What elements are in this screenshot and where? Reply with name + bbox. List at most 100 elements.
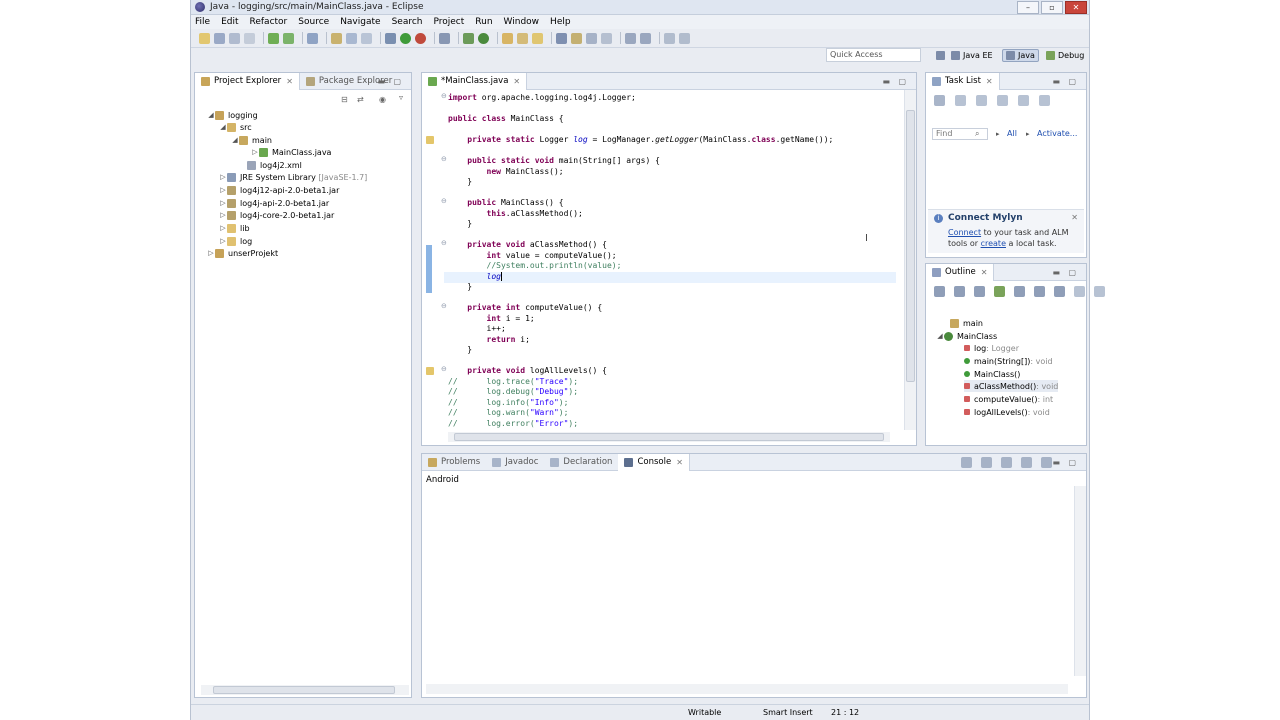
outline-item-logalllevels[interactable]: logAllLevels() : void: [964, 406, 1050, 418]
close-icon[interactable]: ✕: [676, 458, 683, 467]
back-icon[interactable]: [664, 32, 675, 44]
fold-icon[interactable]: ⊖: [441, 197, 447, 205]
maximize-button[interactable]: ▫: [1041, 1, 1063, 14]
view-menu-icon[interactable]: ▿: [399, 93, 403, 102]
tab-task-list[interactable]: Task List ✕: [926, 72, 1000, 90]
create-link[interactable]: create: [981, 239, 1006, 248]
close-icon[interactable]: ✕: [981, 268, 988, 277]
run-icon[interactable]: [400, 32, 411, 44]
tree-item-main[interactable]: ◢ main: [231, 134, 272, 146]
link-editor-icon[interactable]: ⇄: [357, 95, 364, 104]
fold-icon[interactable]: ⊖: [441, 92, 447, 100]
tree-item-lib[interactable]: ▷ lib: [219, 222, 250, 234]
debug-icon[interactable]: [385, 32, 396, 44]
outline-item-mainclass[interactable]: ◢ MainClass: [936, 330, 997, 342]
open-perspective-icon[interactable]: [936, 49, 948, 62]
tree-item-log[interactable]: ▷ log: [219, 235, 252, 247]
connect-link[interactable]: Connect: [948, 228, 981, 237]
external-tools-icon[interactable]: [415, 32, 426, 44]
outline-item-log[interactable]: log : Logger: [964, 342, 1019, 354]
open-file-icon[interactable]: [532, 32, 543, 44]
fold-icon[interactable]: ⊖: [441, 365, 447, 373]
forward-icon[interactable]: [679, 32, 690, 44]
collapse-all-icon[interactable]: [934, 286, 945, 297]
pin-console-icon[interactable]: [1001, 457, 1012, 468]
save-icon[interactable]: [214, 32, 225, 44]
minimize-view-icon[interactable]: ▬: [1052, 458, 1060, 467]
minimize-view-icon[interactable]: ▬: [377, 77, 385, 86]
focus-icon[interactable]: [1074, 286, 1085, 297]
block-select-icon[interactable]: [601, 32, 612, 44]
close-icon[interactable]: ✕: [986, 77, 993, 86]
new-task-icon[interactable]: [934, 95, 945, 106]
open-type-icon[interactable]: [331, 32, 342, 44]
open-folder-icon[interactable]: [502, 32, 513, 44]
search-icon[interactable]: [361, 32, 372, 44]
maximize-view-icon[interactable]: ▢: [393, 77, 401, 86]
open-console-icon[interactable]: [1041, 457, 1052, 468]
fold-icon[interactable]: ⊖: [441, 302, 447, 310]
collapse-all-icon[interactable]: ⊟: [341, 95, 348, 104]
scrollbar-thumb[interactable]: [213, 686, 395, 694]
tree-item-jre-system-library[interactable]: ▷ JRE System Library [JavaSE-1.7]: [219, 171, 367, 183]
minimize-view-icon[interactable]: ▬: [1052, 268, 1060, 277]
tree-item-mainclass-java[interactable]: ▷ MainClass.java: [251, 146, 331, 158]
fold-icon[interactable]: ⊖: [441, 239, 447, 247]
tab-problems[interactable]: Problems: [422, 454, 486, 471]
horizontal-scrollbar[interactable]: [201, 685, 409, 695]
close-icon[interactable]: ✕: [513, 77, 520, 86]
menu-project[interactable]: Project: [433, 17, 464, 27]
scrollbar-thumb[interactable]: [454, 433, 884, 441]
new-package-icon[interactable]: [463, 32, 474, 44]
close-icon[interactable]: ✕: [1071, 213, 1078, 222]
tree-item-log4j-api-jar[interactable]: ▷ log4j-api-2.0-beta1.jar: [219, 197, 329, 209]
tree-item-logging[interactable]: ◢ logging: [207, 109, 258, 121]
open-project-icon[interactable]: [517, 32, 528, 44]
new-server-icon[interactable]: [268, 32, 279, 44]
tab-mainclass-java[interactable]: *MainClass.java ✕: [422, 72, 528, 90]
publish-icon[interactable]: [283, 32, 294, 44]
close-button[interactable]: ✕: [1065, 1, 1087, 14]
new-java-project-icon[interactable]: [439, 32, 450, 44]
activate-link[interactable]: Activate...: [1037, 129, 1077, 138]
display-console-icon[interactable]: [1021, 457, 1032, 468]
print-icon[interactable]: [244, 32, 255, 44]
collapse-all-icon[interactable]: [1018, 95, 1029, 106]
clear-console-icon[interactable]: [961, 457, 972, 468]
sort-icon[interactable]: [954, 286, 965, 297]
find-input[interactable]: Find: [932, 128, 988, 140]
outline-item-main-package[interactable]: main: [950, 317, 983, 329]
highlight-icon[interactable]: [571, 32, 582, 44]
next-annotation-icon[interactable]: [625, 32, 636, 44]
hide-fields-icon[interactable]: [974, 286, 985, 297]
toggle-mark-icon[interactable]: [556, 32, 567, 44]
maximize-view-icon[interactable]: ▢: [1068, 268, 1076, 277]
tree-item-log4j2-xml[interactable]: log4j2.xml: [239, 159, 302, 171]
link-editor-icon[interactable]: [1054, 286, 1065, 297]
menu-navigate[interactable]: Navigate: [340, 17, 380, 27]
scheduled-icon[interactable]: [976, 95, 987, 106]
maximize-view-icon[interactable]: ▢: [1068, 458, 1076, 467]
view-menu-icon[interactable]: [1094, 286, 1105, 297]
menu-refactor[interactable]: Refactor: [250, 17, 288, 27]
new-task-icon[interactable]: [307, 32, 318, 44]
minimize-view-icon[interactable]: ▬: [1052, 77, 1060, 86]
hide-nonpublic-icon[interactable]: [1014, 286, 1025, 297]
open-resource-icon[interactable]: [346, 32, 357, 44]
menu-help[interactable]: Help: [550, 17, 571, 27]
fold-icon[interactable]: ⊖: [441, 155, 447, 163]
menu-edit[interactable]: Edit: [221, 17, 238, 27]
editor-horizontal-scrollbar[interactable]: [448, 432, 890, 442]
tab-project-explorer[interactable]: Project Explorer ✕: [195, 72, 300, 90]
tree-item-unserprojekt[interactable]: ▷ unserProjekt: [207, 247, 278, 259]
menu-window[interactable]: Window: [504, 17, 540, 27]
outline-item-main-method[interactable]: main(String[]) : void: [964, 355, 1053, 367]
menu-run[interactable]: Run: [475, 17, 492, 27]
tree-item-log4j12-api-jar[interactable]: ▷ log4j12-api-2.0-beta1.jar: [219, 184, 339, 196]
perspective-debug[interactable]: Debug: [1046, 49, 1084, 62]
menu-file[interactable]: File: [195, 17, 210, 27]
show-whitespace-icon[interactable]: [586, 32, 597, 44]
maximize-view-icon[interactable]: ▢: [1068, 77, 1076, 86]
tab-declaration[interactable]: Declaration: [544, 454, 618, 471]
minimize-button[interactable]: –: [1017, 1, 1039, 14]
